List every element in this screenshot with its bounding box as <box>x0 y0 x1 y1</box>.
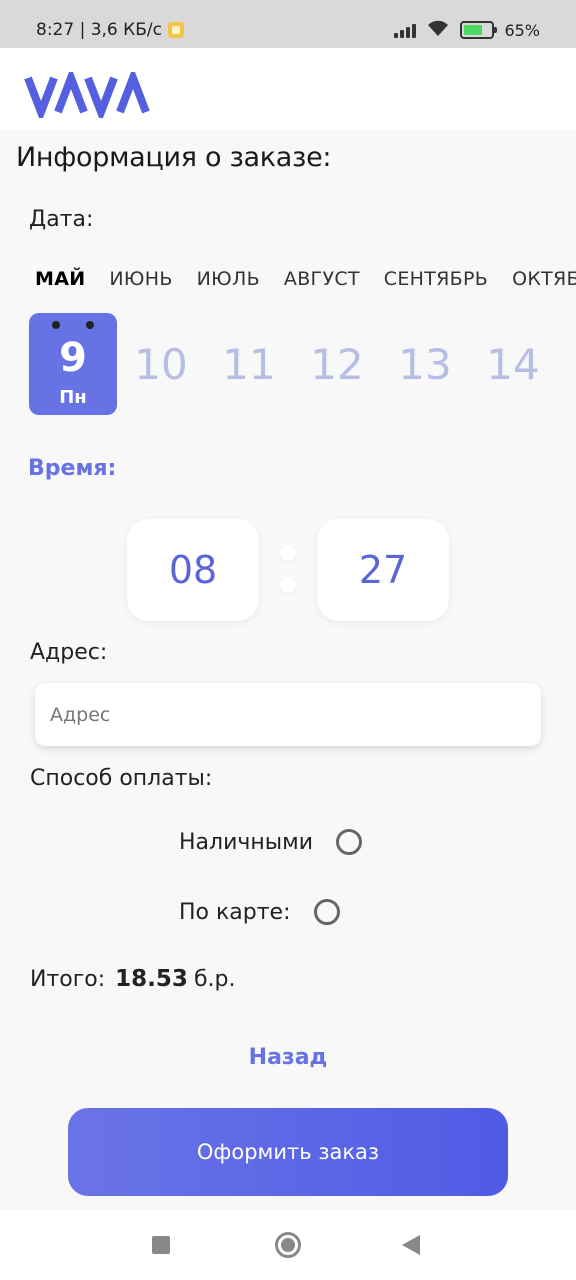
order-total: Итого: 18.53 б.р. <box>30 966 235 992</box>
total-label: Итого: <box>30 967 106 992</box>
payment-method-label: Способ оплаты: <box>30 766 213 791</box>
status-left: 8:27 | 3,6 КБ/с <box>36 20 184 40</box>
app-header <box>0 48 576 130</box>
day-option[interactable]: 12 <box>293 340 381 389</box>
home-icon[interactable] <box>275 1232 301 1258</box>
day-selected[interactable]: 9 Пн <box>29 313 117 415</box>
total-amount: 18.53 <box>115 966 188 992</box>
payment-option-card[interactable]: По карте: <box>179 899 340 925</box>
signal-icon <box>394 22 417 38</box>
day-selector: 9 Пн 10 11 12 13 14 <box>29 313 557 415</box>
calendar-rings-icon <box>29 321 117 329</box>
day-option[interactable]: 11 <box>205 340 293 389</box>
day-option[interactable]: 13 <box>381 340 469 389</box>
payment-option-cash-label: Наличными <box>179 829 314 855</box>
address-label: Адрес: <box>30 640 108 665</box>
month-list: МАЙ ИЮНЬ ИЮЛЬ АВГУСТ СЕНТЯБРЬ ОКТЯБРЬ <box>35 268 576 290</box>
brand-logo[interactable] <box>24 66 156 124</box>
payment-card-radio[interactable] <box>313 899 340 925</box>
battery-icon <box>460 21 498 39</box>
system-navigation-bar <box>0 1210 576 1280</box>
day-option[interactable]: 10 <box>117 340 205 389</box>
month-tab-july[interactable]: ИЮЛЬ <box>197 268 260 290</box>
payment-option-cash[interactable]: Наличными <box>179 829 363 855</box>
date-label: Дата: <box>29 207 94 232</box>
wifi-icon <box>426 19 450 41</box>
month-tab-september[interactable]: СЕНТЯБРЬ <box>384 268 488 290</box>
hours-picker[interactable]: 08 <box>127 519 259 621</box>
recent-apps-icon[interactable] <box>152 1236 170 1254</box>
place-order-button[interactable]: Оформить заказ <box>68 1108 508 1196</box>
month-tab-august[interactable]: АВГУСТ <box>284 268 360 290</box>
day-selected-number: 9 <box>59 335 87 381</box>
back-button[interactable]: Назад <box>0 1045 576 1070</box>
day-option[interactable]: 14 <box>469 340 557 389</box>
minutes-picker[interactable]: 27 <box>317 519 449 621</box>
time-separator <box>280 545 296 595</box>
month-selector: МАЙ ИЮНЬ ИЮЛЬ АВГУСТ СЕНТЯБРЬ ОКТЯБРЬ <box>0 258 576 298</box>
day-selected-weekday: Пн <box>59 387 87 408</box>
page-title: Информация о заказе: <box>16 142 332 173</box>
battery-level: 65% <box>504 20 540 40</box>
status-right: 65% <box>394 19 540 41</box>
back-arrow-icon[interactable] <box>402 1235 420 1255</box>
month-tab-may[interactable]: МАЙ <box>35 268 85 290</box>
notification-icon <box>167 22 184 38</box>
payment-cash-radio[interactable] <box>336 829 363 855</box>
status-time-speed: 8:27 | 3,6 КБ/с <box>36 20 162 40</box>
time-label: Время: <box>28 456 117 481</box>
total-currency: б.р. <box>193 967 236 992</box>
payment-option-card-label: По карте: <box>179 899 291 925</box>
month-tab-october[interactable]: ОКТЯБРЬ <box>512 268 576 290</box>
month-tab-june[interactable]: ИЮНЬ <box>109 268 172 290</box>
address-input[interactable] <box>35 683 541 746</box>
status-bar: 8:27 | 3,6 КБ/с 65% <box>0 0 576 48</box>
